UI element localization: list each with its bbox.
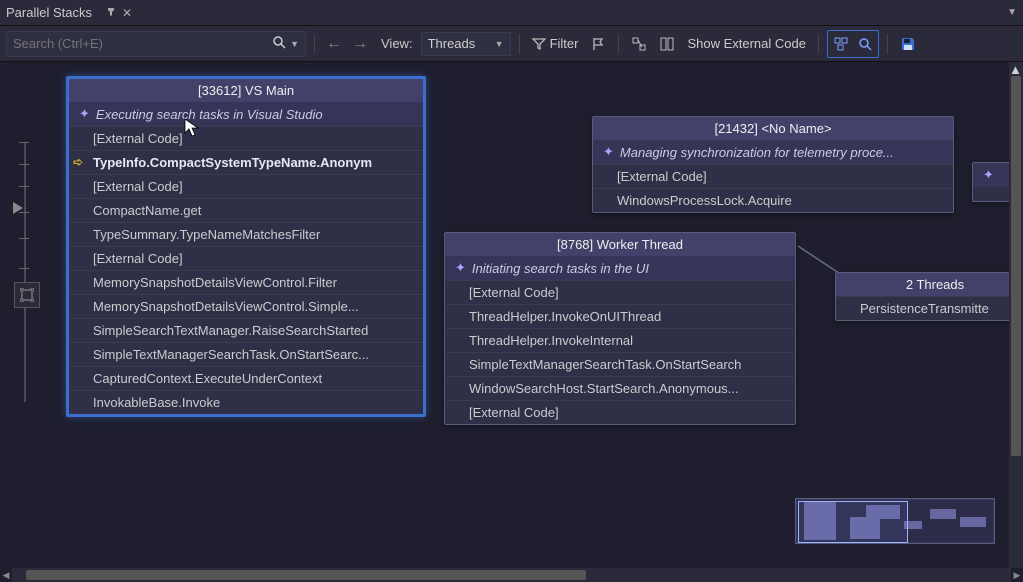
stack-frame-row[interactable]: [External Code] — [445, 400, 795, 424]
autoscroll-icon[interactable] — [655, 32, 679, 56]
vertical-scrollbar[interactable]: ▲ ▼ — [1009, 62, 1023, 568]
search-wrap: ▼ — [6, 31, 306, 57]
view-mode-group — [827, 30, 879, 58]
close-icon[interactable]: ✕ — [122, 6, 132, 20]
stack-header: [33612] VS Main — [69, 79, 423, 102]
window-options-icon[interactable]: ▼ — [1007, 7, 1017, 18]
stack-two-threads[interactable]: 2 Threads PersistenceTransmitte — [835, 272, 1023, 321]
stack-frame-row[interactable]: ➪TypeInfo.CompactSystemTypeName.Anonym — [69, 150, 423, 174]
stack-frame-row[interactable]: [External Code] — [69, 246, 423, 270]
view-label: View: — [381, 36, 413, 51]
stack-frame-row[interactable]: MemorySnapshotDetailsViewControl.Filter — [69, 270, 423, 294]
minimap[interactable] — [795, 498, 995, 544]
search-input[interactable] — [13, 36, 272, 51]
stack-vs-main[interactable]: [33612] VS Main ✦ Executing search tasks… — [66, 76, 426, 417]
stack-description: ✦ Initiating search tasks in the UI — [445, 256, 795, 280]
search-icon[interactable] — [272, 35, 286, 52]
stack-header: [8768] Worker Thread — [445, 233, 795, 256]
stack-worker-thread[interactable]: [8768] Worker Thread ✦ Initiating search… — [444, 232, 796, 425]
stack-description: ✦ Executing search tasks in Visual Studi… — [69, 102, 423, 126]
stack-frame-row[interactable]: [External Code] — [69, 126, 423, 150]
stack-frame-row[interactable]: ThreadHelper.InvokeOnUIThread — [445, 304, 795, 328]
horizontal-scrollbar[interactable]: ◀ ▶ — [12, 568, 1011, 582]
stack-frame-row[interactable]: CompactName.get — [69, 198, 423, 222]
stack-frame-row[interactable]: InvokableBase.Invoke — [69, 390, 423, 414]
stack-frame-row[interactable]: ThreadHelper.InvokeInternal — [445, 328, 795, 352]
view-select-value: Threads — [428, 36, 476, 51]
filter-label: Filter — [550, 36, 579, 51]
titlebar: Parallel Stacks ✕ ▼ — [0, 0, 1023, 26]
stack-frame-row[interactable]: SimpleTextManagerSearchTask.OnStartSearc… — [69, 342, 423, 366]
stack-frame-row[interactable]: PersistenceTransmitte — [836, 296, 1023, 320]
flag-icon[interactable] — [586, 32, 610, 56]
search-dropdown-icon[interactable]: ▼ — [290, 39, 299, 49]
current-frame-icon: ➪ — [73, 155, 83, 169]
stack-frame-row[interactable]: [External Code] — [445, 280, 795, 304]
sparkle-icon: ✦ — [603, 144, 614, 160]
stack-frame-row[interactable]: WindowSearchHost.StartSearch.Anonymous..… — [445, 376, 795, 400]
stack-frame-row[interactable]: SimpleSearchTextManager.RaiseSearchStart… — [69, 318, 423, 342]
sparkle-icon: ✦ — [79, 106, 90, 122]
stack-description: ✦ Managing synchronization for telemetry… — [593, 140, 953, 164]
window-title: Parallel Stacks — [6, 5, 92, 20]
stack-frame-row[interactable]: CapturedContext.ExecuteUnderContext — [69, 366, 423, 390]
view-select[interactable]: Threads ▼ — [421, 32, 511, 56]
stack-no-name[interactable]: [21432] <No Name> ✦ Managing synchroniza… — [592, 116, 954, 213]
show-external-code-button[interactable]: Show External Code — [687, 36, 806, 51]
nav-back-button[interactable]: ← — [323, 35, 345, 53]
stacks-canvas[interactable]: [33612] VS Main ✦ Executing search tasks… — [0, 62, 1023, 566]
save-icon[interactable] — [896, 32, 920, 56]
chevron-down-icon: ▼ — [495, 39, 504, 49]
stack-frame-row[interactable]: WindowsProcessLock.Acquire — [593, 188, 953, 212]
nav-forward-button[interactable]: → — [349, 35, 371, 53]
boxes-view-icon[interactable] — [829, 32, 853, 56]
stack-frame-row[interactable]: SimpleTextManagerSearchTask.OnStartSearc… — [445, 352, 795, 376]
toolbar: ▼ ← → View: Threads ▼ Filter Show Extern… — [0, 26, 1023, 62]
stack-frame-row[interactable]: [External Code] — [593, 164, 953, 188]
stack-header: [21432] <No Name> — [593, 117, 953, 140]
show-external-label: Show External Code — [687, 36, 806, 51]
toggle-method-view-icon[interactable] — [627, 32, 651, 56]
sparkle-icon: ✦ — [983, 167, 994, 183]
pin-icon[interactable] — [106, 6, 116, 20]
zoom-view-icon[interactable] — [853, 32, 877, 56]
sparkle-icon: ✦ — [455, 260, 466, 276]
filter-button[interactable]: Filter — [532, 36, 579, 51]
stack-header: 2 Threads — [836, 273, 1023, 296]
stack-frame-row[interactable]: [External Code] — [69, 174, 423, 198]
stack-frame-row[interactable]: TypeSummary.TypeNameMatchesFilter — [69, 222, 423, 246]
stack-frame-row[interactable]: MemorySnapshotDetailsViewControl.Simple.… — [69, 294, 423, 318]
